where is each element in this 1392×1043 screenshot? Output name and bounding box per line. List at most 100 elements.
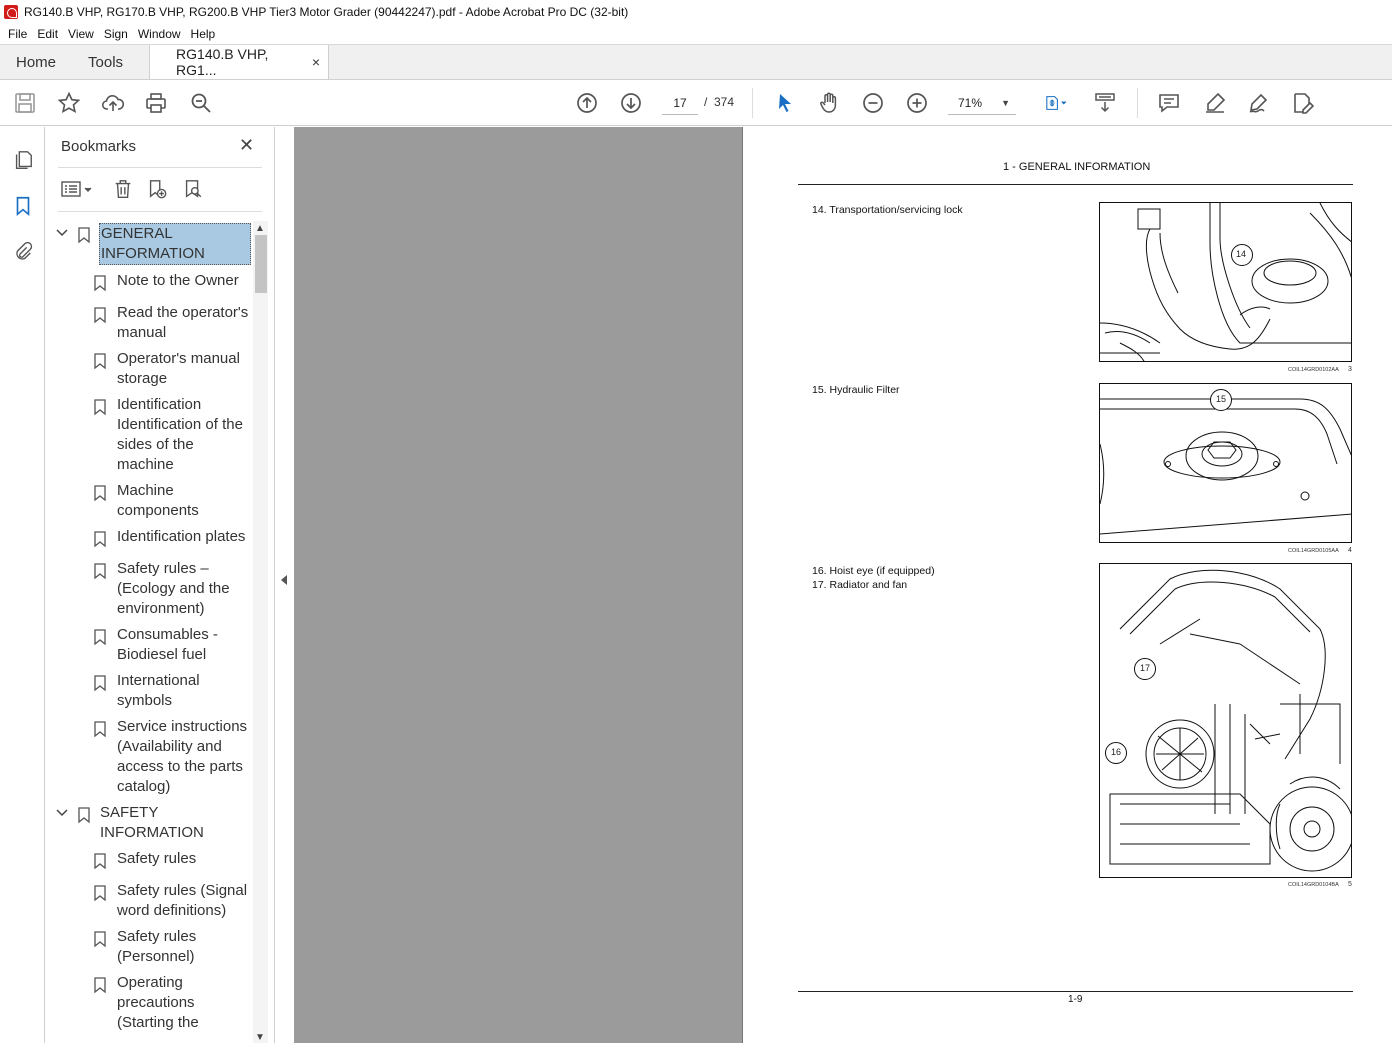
- bookmark-general-information[interactable]: GENERAL INFORMATION: [46, 223, 252, 265]
- bookmark-safety-rules-personnel[interactable]: Safety rules (Personnel): [46, 927, 252, 969]
- bookmark-safety-rules-signal-words[interactable]: Safety rules (Signal word definitions): [46, 881, 252, 923]
- acrobat-app-icon: [4, 5, 18, 19]
- bookmark-operating-precautions[interactable]: Operating precautions (Starting the: [46, 973, 252, 1043]
- page-total: 374: [714, 95, 735, 109]
- fit-page-icon[interactable]: [1038, 90, 1074, 116]
- callout-label: 17: [1140, 663, 1151, 673]
- bookmark-icon: [78, 227, 90, 243]
- print-icon[interactable]: [143, 90, 169, 116]
- bookmark-operators-manual-storage[interactable]: Operator's manual storage: [46, 349, 252, 391]
- figure-caption: 15. Hydraulic Filter: [812, 384, 900, 396]
- scroll-down-icon[interactable]: ▼: [255, 1032, 265, 1043]
- chevron-down-icon[interactable]: [56, 227, 68, 239]
- figure-caption: 16. Hoist eye (if equipped): [812, 565, 935, 577]
- find-bookmark-icon[interactable]: [180, 177, 206, 201]
- cloud-upload-icon[interactable]: [100, 90, 126, 116]
- menu-view[interactable]: View: [64, 27, 98, 41]
- title-bar: RG140.B VHP, RG170.B VHP, RG200.B VHP Ti…: [0, 0, 1392, 24]
- scrollbar-thumb[interactable]: [255, 235, 267, 293]
- zoom-out-icon[interactable]: [860, 90, 886, 116]
- page-footer-number: 1-9: [1068, 994, 1083, 1005]
- zoom-in-icon[interactable]: [904, 90, 930, 116]
- bookmark-label: Operator's manual storage: [117, 350, 240, 387]
- panel-splitter[interactable]: [274, 127, 294, 1043]
- draw-signature-icon[interactable]: [1246, 90, 1272, 116]
- bookmark-identification-plates[interactable]: Identification plates: [46, 527, 252, 549]
- chevron-down-icon: ▼: [1001, 98, 1010, 108]
- scroll-up-icon[interactable]: ▲: [255, 223, 265, 234]
- hand-tool-icon[interactable]: [816, 90, 842, 116]
- zoom-level-dropdown[interactable]: 71% ▼: [948, 91, 1016, 115]
- bookmark-service-instructions[interactable]: Service instructions (Availability and a…: [46, 717, 252, 799]
- menu-sign[interactable]: Sign: [100, 27, 132, 41]
- bookmark-label: SAFETY INFORMATION: [100, 804, 204, 841]
- bookmark-icon: [94, 721, 106, 737]
- bookmark-identification-sides[interactable]: Identification Identification of the sid…: [46, 395, 252, 477]
- bookmark-icon: [94, 399, 106, 415]
- search-icon[interactable]: [188, 90, 214, 116]
- bookmark-read-operators-manual[interactable]: Read the operator's manual: [46, 303, 252, 345]
- document-viewport[interactable]: 1 - GENERAL INFORMATION 14. Transportati…: [294, 127, 1392, 1043]
- bookmark-label: International symbols: [117, 672, 200, 709]
- comment-icon[interactable]: [1156, 90, 1182, 116]
- tab-row: Home Tools RG140.B VHP, RG1... ×: [0, 44, 1392, 80]
- bookmark-label: Identification plates: [117, 528, 246, 545]
- figure-hoist-eye-radiator: 17 16: [1099, 563, 1352, 878]
- bookmark-icon: [94, 675, 106, 691]
- figure-caption: 17. Radiator and fan: [812, 579, 908, 591]
- bookmark-international-symbols[interactable]: International symbols: [46, 671, 252, 713]
- bookmark-machine-components[interactable]: Machine components: [46, 481, 252, 523]
- bookmarks-scrollbar[interactable]: ▲ ▼: [253, 221, 268, 1043]
- menu-file[interactable]: File: [4, 27, 31, 41]
- bookmark-note-to-owner[interactable]: Note to the Owner: [46, 271, 252, 293]
- bookmark-safety-rules[interactable]: Safety rules: [46, 849, 252, 871]
- bookmark-label: Safety rules (Signal word definitions): [117, 882, 248, 919]
- figure-number: 5: [1348, 881, 1352, 888]
- menu-edit[interactable]: Edit: [33, 27, 62, 41]
- bookmark-label: Machine components: [117, 482, 199, 519]
- bookmark-safety-information[interactable]: SAFETY INFORMATION: [46, 803, 252, 845]
- page-separator: /: [704, 95, 708, 109]
- panel-divider: [58, 211, 262, 212]
- bookmark-icon: [94, 531, 106, 547]
- menu-help[interactable]: Help: [187, 27, 220, 41]
- callout-label: 14: [1236, 249, 1247, 259]
- figure-code: COIL14GRD0104BA: [1288, 882, 1339, 888]
- bookmark-options-icon[interactable]: [60, 177, 96, 201]
- menu-window[interactable]: Window: [134, 27, 185, 41]
- new-bookmark-icon[interactable]: [144, 177, 170, 201]
- bookmark-label: Consumables - Biodiesel fuel: [117, 626, 218, 663]
- delete-bookmark-icon[interactable]: [110, 177, 136, 201]
- panel-divider: [58, 167, 262, 168]
- figure-number: 3: [1348, 366, 1352, 373]
- tab-tools[interactable]: Tools: [72, 45, 139, 79]
- page-thumbnails-icon[interactable]: [10, 147, 36, 173]
- header-rule: [798, 184, 1353, 185]
- select-cursor-icon[interactable]: [772, 90, 798, 116]
- chevron-down-icon[interactable]: [56, 807, 68, 819]
- collapse-panel-icon[interactable]: [281, 575, 287, 585]
- edit-pdf-icon[interactable]: [1290, 90, 1316, 116]
- bookmark-consumables-biodiesel[interactable]: Consumables - Biodiesel fuel: [46, 625, 252, 667]
- scroll-mode-icon[interactable]: [1092, 90, 1118, 116]
- save-icon[interactable]: [12, 90, 38, 116]
- close-icon[interactable]: ✕: [239, 135, 254, 156]
- page-header: 1 - GENERAL INFORMATION: [1003, 161, 1151, 173]
- figure-transportation-lock: 14: [1099, 202, 1352, 362]
- tab-document[interactable]: RG140.B VHP, RG1... ×: [149, 45, 330, 79]
- highlight-pen-icon[interactable]: [1202, 90, 1228, 116]
- close-tab-icon[interactable]: ×: [312, 54, 320, 70]
- attachments-icon[interactable]: [10, 239, 36, 265]
- left-navigation-rail: [0, 127, 45, 1043]
- page-number-input[interactable]: 17: [662, 91, 698, 115]
- star-icon[interactable]: [56, 90, 82, 116]
- next-page-icon[interactable]: [618, 90, 644, 116]
- previous-page-icon[interactable]: [574, 90, 600, 116]
- tab-home[interactable]: Home: [0, 45, 72, 79]
- bookmark-label: Read the operator's manual: [117, 304, 249, 341]
- bookmark-icon: [94, 629, 106, 645]
- bookmarks-panel-icon[interactable]: [10, 193, 36, 219]
- bookmark-label: Safety rules – (Ecology and the environm…: [117, 560, 230, 617]
- bookmark-safety-rules-ecology[interactable]: Safety rules – (Ecology and the environm…: [46, 559, 252, 621]
- figure-hydraulic-filter: 15: [1099, 383, 1352, 543]
